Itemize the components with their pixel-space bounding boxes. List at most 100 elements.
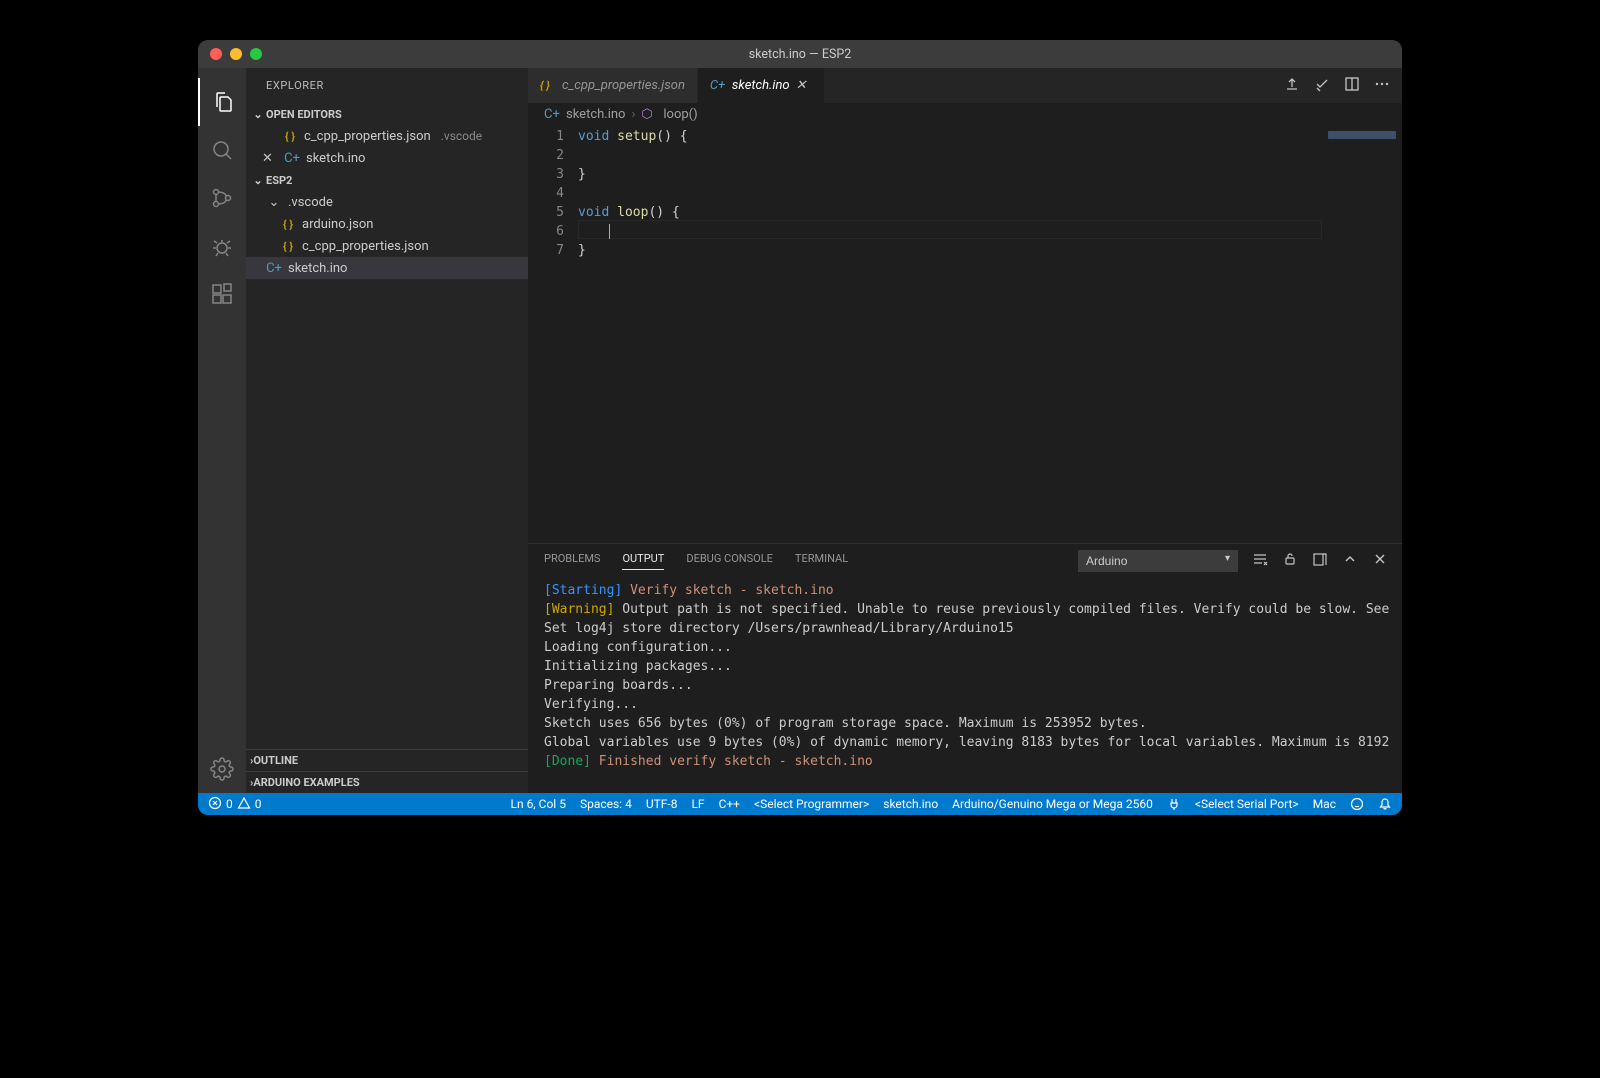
editor-tab[interactable]: C+ sketch.ino ✕ xyxy=(698,68,825,103)
status-sketch[interactable]: sketch.ino xyxy=(883,797,938,811)
breadcrumb-separator-icon: › xyxy=(631,107,635,122)
status-programmer[interactable]: <Select Programmer> xyxy=(754,797,869,811)
cpp-file-icon: C+ xyxy=(544,107,560,122)
file-item[interactable]: C+ sketch.ino xyxy=(246,257,528,279)
file-item[interactable]: { } arduino.json xyxy=(246,213,528,235)
output-channel-select[interactable]: Arduino xyxy=(1078,550,1238,572)
sidebar: EXPLORER ⌄ OPEN EDITORS { } c_cpp_proper… xyxy=(246,68,528,793)
file-name: sketch.ino xyxy=(288,261,347,276)
file-folder: .vscode xyxy=(441,129,482,143)
minimap[interactable] xyxy=(1322,125,1402,543)
editor-area[interactable]: 1234567 void setup() { } void loop() { } xyxy=(528,125,1402,543)
status-problems[interactable]: 0 0 xyxy=(208,796,262,813)
status-board[interactable]: Arduino/Genuino Mega or Mega 2560 xyxy=(952,797,1153,811)
status-host[interactable]: Mac xyxy=(1313,797,1336,811)
open-editor-item[interactable]: ✕ C+ sketch.ino xyxy=(246,147,528,169)
editor-tab[interactable]: { } c_cpp_properties.json xyxy=(528,68,698,103)
panel-tab-problems[interactable]: PROBLEMS xyxy=(544,552,600,569)
notifications-icon[interactable] xyxy=(1378,797,1392,811)
bottom-panel: PROBLEMS OUTPUT DEBUG CONSOLE TERMINAL A… xyxy=(528,543,1402,793)
scm-activity-icon[interactable] xyxy=(198,174,246,222)
json-file-icon: { } xyxy=(282,130,298,143)
arduino-verify-icon[interactable] xyxy=(1314,76,1330,96)
plug-icon[interactable] xyxy=(1167,797,1181,811)
cpp-file-icon: C+ xyxy=(284,151,300,166)
panel-close-icon[interactable] xyxy=(1372,551,1388,570)
project-header[interactable]: ⌄ ESP2 xyxy=(246,169,528,191)
editor-group: { } c_cpp_properties.json C+ sketch.ino … xyxy=(528,68,1402,793)
extensions-activity-icon[interactable] xyxy=(198,270,246,318)
window-title: sketch.ino — ESP2 xyxy=(749,47,852,62)
open-editors-label: OPEN EDITORS xyxy=(266,108,342,121)
open-editor-item[interactable]: { } c_cpp_properties.json .vscode xyxy=(246,125,528,147)
debug-activity-icon[interactable] xyxy=(198,222,246,270)
breadcrumb[interactable]: C+ sketch.ino › ⬡ loop() xyxy=(528,103,1402,125)
status-serial-port[interactable]: <Select Serial Port> xyxy=(1195,797,1299,811)
file-name: sketch.ino xyxy=(306,151,365,166)
chevron-down-icon: ⌄ xyxy=(250,108,266,121)
warning-icon xyxy=(237,796,251,813)
status-bar: 0 0 Ln 6, Col 5 Spaces: 4 UTF-8 LF C++ <… xyxy=(198,793,1402,815)
file-item[interactable]: { } c_cpp_properties.json xyxy=(246,235,528,257)
open-editors-header[interactable]: ⌄ OPEN EDITORS xyxy=(246,103,528,125)
output-content[interactable]: [Starting] Verify sketch - sketch.ino[Wa… xyxy=(528,577,1402,793)
panel-tab-terminal[interactable]: TERMINAL xyxy=(795,552,848,569)
sidebar-title: EXPLORER xyxy=(246,68,528,103)
status-eol[interactable]: LF xyxy=(691,797,704,811)
method-icon: ⬡ xyxy=(641,107,657,122)
tab-label: c_cpp_properties.json xyxy=(562,78,685,93)
editor-tabs: { } c_cpp_properties.json C+ sketch.ino … xyxy=(528,68,1402,103)
breadcrumb-file[interactable]: sketch.ino xyxy=(566,107,625,122)
folder-name: .vscode xyxy=(288,195,333,210)
cpp-file-icon: C+ xyxy=(266,261,282,276)
project-label: ESP2 xyxy=(266,174,292,187)
split-editor-icon[interactable] xyxy=(1344,76,1360,96)
search-activity-icon[interactable] xyxy=(198,126,246,174)
panel-tab-debug[interactable]: DEBUG CONSOLE xyxy=(686,552,773,569)
cpp-file-icon: C+ xyxy=(710,78,726,93)
json-file-icon: { } xyxy=(280,218,296,231)
file-name: arduino.json xyxy=(302,217,373,232)
json-file-icon: { } xyxy=(280,240,296,253)
clear-output-icon[interactable] xyxy=(1252,551,1268,570)
arduino-examples-header[interactable]: › ARDUINO EXAMPLES xyxy=(246,771,528,793)
status-encoding[interactable]: UTF-8 xyxy=(646,797,678,811)
lock-scroll-icon[interactable] xyxy=(1282,551,1298,570)
panel-maximize-icon[interactable] xyxy=(1342,551,1358,570)
close-editor-icon[interactable]: ✕ xyxy=(262,151,278,166)
breadcrumb-symbol[interactable]: loop() xyxy=(663,107,697,122)
open-log-icon[interactable] xyxy=(1312,551,1328,570)
folder-item[interactable]: ⌄ .vscode xyxy=(246,191,528,213)
feedback-icon[interactable] xyxy=(1350,797,1364,811)
workbench: EXPLORER ⌄ OPEN EDITORS { } c_cpp_proper… xyxy=(198,68,1402,793)
explorer-activity-icon[interactable] xyxy=(198,78,246,126)
panel-tabs: PROBLEMS OUTPUT DEBUG CONSOLE TERMINAL A… xyxy=(528,544,1402,577)
settings-gear-icon[interactable] xyxy=(198,745,246,793)
file-name: c_cpp_properties.json xyxy=(302,239,429,254)
error-icon xyxy=(208,796,222,813)
outline-header[interactable]: › OUTLINE xyxy=(246,749,528,771)
status-cursor-position[interactable]: Ln 6, Col 5 xyxy=(511,797,566,811)
window-controls xyxy=(210,48,262,60)
status-indentation[interactable]: Spaces: 4 xyxy=(580,797,632,811)
close-window-button[interactable] xyxy=(210,48,222,60)
chevron-down-icon: ⌄ xyxy=(266,195,282,210)
arduino-upload-icon[interactable] xyxy=(1284,76,1300,96)
json-file-icon: { } xyxy=(540,79,556,92)
titlebar: sketch.ino — ESP2 xyxy=(198,40,1402,68)
output-channel-dropdown[interactable]: Arduino xyxy=(1078,550,1238,572)
more-actions-icon[interactable] xyxy=(1374,76,1390,96)
editor-toolbar xyxy=(1284,68,1402,103)
activity-bar xyxy=(198,68,246,793)
tab-label: sketch.ino xyxy=(732,78,790,93)
status-language[interactable]: C++ xyxy=(719,797,740,811)
close-tab-icon[interactable]: ✕ xyxy=(796,78,812,93)
minimize-window-button[interactable] xyxy=(230,48,242,60)
chevron-down-icon: ⌄ xyxy=(250,174,266,187)
file-name: c_cpp_properties.json xyxy=(304,129,431,144)
panel-tab-output[interactable]: OUTPUT xyxy=(622,552,664,570)
code-content[interactable]: void setup() { } void loop() { } xyxy=(578,125,1322,543)
vscode-window: sketch.ino — ESP2 xyxy=(198,40,1402,815)
arduino-examples-label: ARDUINO EXAMPLES xyxy=(253,776,359,789)
maximize-window-button[interactable] xyxy=(250,48,262,60)
